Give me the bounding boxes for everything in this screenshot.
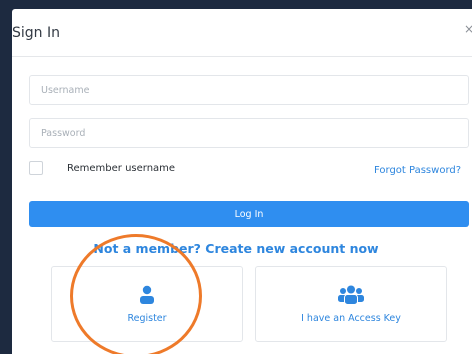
register-label: Register (127, 313, 167, 324)
login-button[interactable]: Log In (29, 201, 469, 227)
remember-label: Remember username (67, 162, 176, 174)
close-icon[interactable]: × (464, 22, 472, 36)
remember-checkbox[interactable] (29, 161, 43, 175)
modal-header: Sign In × (12, 9, 472, 57)
modal-title: Sign In (12, 25, 60, 41)
access-key-label: I have an Access Key (301, 313, 401, 324)
remember-row: Remember username (29, 161, 175, 175)
username-input[interactable] (29, 75, 469, 105)
access-key-card[interactable]: I have an Access Key (255, 266, 447, 342)
create-account-link[interactable]: Not a member? Create new account now (12, 241, 472, 256)
sign-in-modal: Sign In × Remember username Forgot Passw… (12, 9, 472, 354)
register-card[interactable]: Register (51, 266, 243, 342)
user-icon (140, 285, 154, 304)
password-input[interactable] (29, 118, 469, 148)
users-group-icon (338, 285, 364, 305)
forgot-password-link[interactable]: Forgot Password? (374, 165, 461, 176)
